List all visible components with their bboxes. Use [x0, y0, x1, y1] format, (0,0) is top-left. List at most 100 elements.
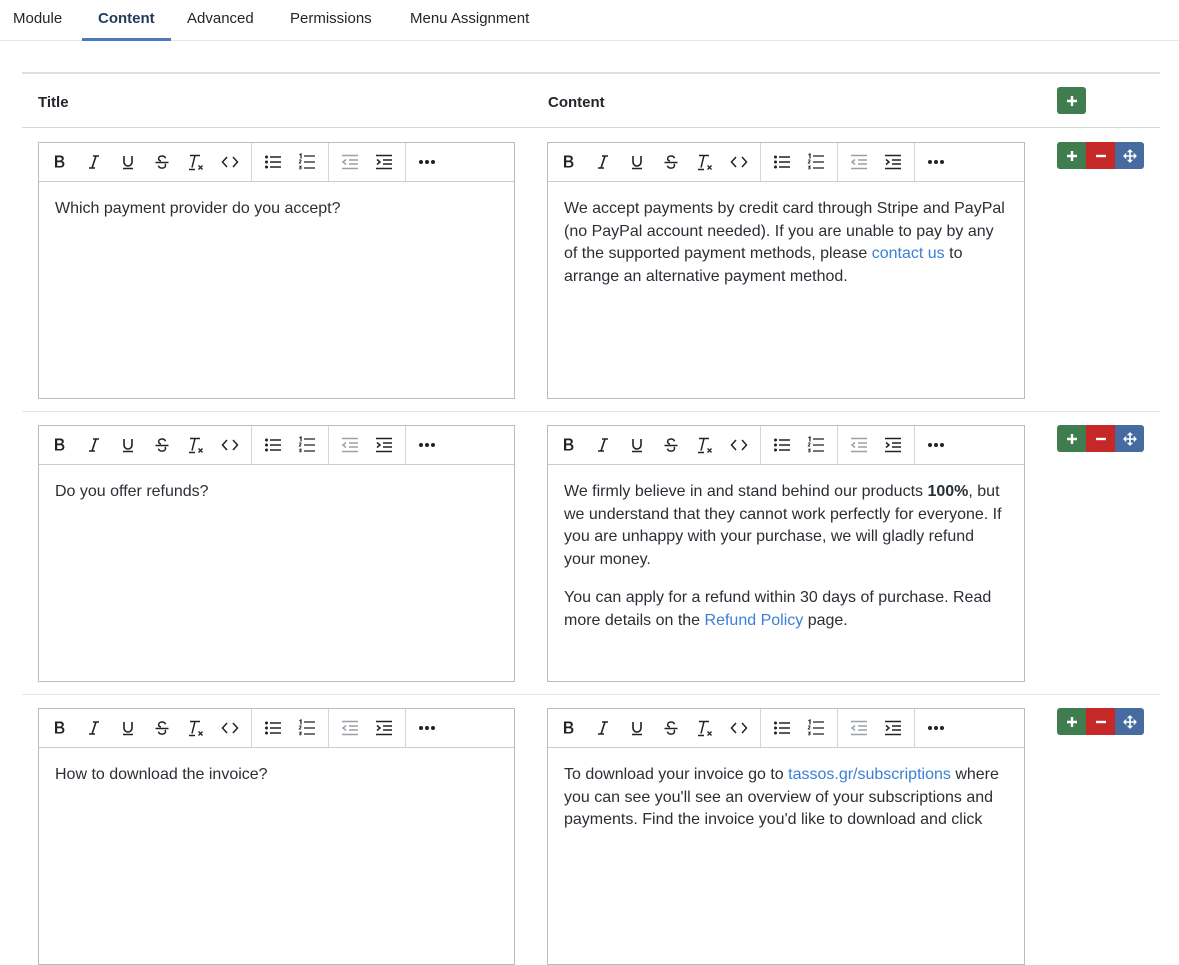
bullet-list-button[interactable]: [259, 431, 287, 459]
bullet-list-button[interactable]: [768, 431, 796, 459]
title-editor[interactable]: Which payment provider do you accept?: [38, 142, 515, 399]
indent-button[interactable]: [370, 714, 398, 742]
underline-button[interactable]: [114, 714, 142, 742]
outdent-button[interactable]: [336, 148, 364, 176]
code-button[interactable]: [725, 714, 753, 742]
bold-button[interactable]: [46, 714, 74, 742]
underline-button[interactable]: [623, 148, 651, 176]
strikethrough-button[interactable]: [657, 714, 685, 742]
indent-button[interactable]: [879, 431, 907, 459]
more-button[interactable]: [922, 431, 950, 459]
italic-button[interactable]: [80, 431, 108, 459]
title-editor[interactable]: How to download the invoice?: [38, 708, 515, 965]
toolbar-divider: [914, 426, 915, 464]
content-link[interactable]: Refund Policy: [705, 612, 804, 629]
italic-button[interactable]: [589, 431, 617, 459]
numbered-list-button[interactable]: [293, 148, 321, 176]
numbered-list-button[interactable]: [293, 431, 321, 459]
italic-button[interactable]: [589, 148, 617, 176]
tab-advanced[interactable]: Advanced: [171, 0, 270, 41]
strikethrough-button[interactable]: [148, 431, 176, 459]
add-row-button[interactable]: [1057, 87, 1086, 114]
remove-row-button[interactable]: [1086, 142, 1115, 169]
move-row-handle[interactable]: [1115, 425, 1144, 452]
more-button[interactable]: [922, 714, 950, 742]
strikethrough-button[interactable]: [657, 148, 685, 176]
add-row-button[interactable]: [1057, 425, 1086, 452]
bullet-list-button[interactable]: [768, 714, 796, 742]
tab-permissions[interactable]: Permissions: [274, 0, 388, 41]
indent-button[interactable]: [879, 148, 907, 176]
strikethrough-button[interactable]: [148, 714, 176, 742]
outdent-icon: [341, 437, 359, 453]
editor-body[interactable]: Which payment provider do you accept?: [55, 198, 498, 221]
bullet-list-button[interactable]: [259, 714, 287, 742]
add-row-button[interactable]: [1057, 142, 1086, 169]
outdent-button[interactable]: [845, 714, 873, 742]
indent-button[interactable]: [370, 431, 398, 459]
editor-toolbar: [548, 709, 1024, 748]
content-editor[interactable]: We accept payments by credit card throug…: [547, 142, 1025, 399]
code-button[interactable]: [216, 148, 244, 176]
tab-menu-assignment[interactable]: Menu Assignment: [394, 0, 545, 41]
content-link[interactable]: tassos.gr/subscriptions: [788, 766, 951, 783]
clear-formatting-button[interactable]: [691, 714, 719, 742]
clear-formatting-button[interactable]: [182, 431, 210, 459]
clear-formatting-button[interactable]: [691, 431, 719, 459]
outdent-button[interactable]: [336, 714, 364, 742]
more-button[interactable]: [413, 148, 441, 176]
italic-button[interactable]: [80, 148, 108, 176]
more-button[interactable]: [413, 431, 441, 459]
bullet-list-button[interactable]: [259, 148, 287, 176]
code-button[interactable]: [216, 431, 244, 459]
code-button[interactable]: [216, 714, 244, 742]
strikethrough-button[interactable]: [657, 431, 685, 459]
numbered-list-button[interactable]: [802, 431, 830, 459]
clear-formatting-button[interactable]: [182, 714, 210, 742]
bold-button[interactable]: [555, 431, 583, 459]
numbered-list-button[interactable]: [802, 714, 830, 742]
numbered-list-button[interactable]: [293, 714, 321, 742]
clear-formatting-button[interactable]: [182, 148, 210, 176]
more-button[interactable]: [413, 714, 441, 742]
add-row-button[interactable]: [1057, 708, 1086, 735]
italic-button[interactable]: [80, 714, 108, 742]
editor-body[interactable]: To download your invoice go to tassos.gr…: [564, 764, 1008, 848]
move-row-handle[interactable]: [1115, 708, 1144, 735]
editor-body[interactable]: Do you offer refunds?: [55, 481, 498, 504]
underline-button[interactable]: [623, 431, 651, 459]
editor-body[interactable]: We firmly believe in and stand behind ou…: [564, 481, 1008, 648]
indent-button[interactable]: [370, 148, 398, 176]
italic-button[interactable]: [589, 714, 617, 742]
outdent-button[interactable]: [845, 431, 873, 459]
move-row-handle[interactable]: [1115, 142, 1144, 169]
content-editor[interactable]: To download your invoice go to tassos.gr…: [547, 708, 1025, 965]
bold-button[interactable]: [46, 148, 74, 176]
numbered-list-button[interactable]: [802, 148, 830, 176]
editor-body[interactable]: How to download the invoice?: [55, 764, 498, 787]
underline-button[interactable]: [623, 714, 651, 742]
outdent-button[interactable]: [845, 148, 873, 176]
clear-formatting-button[interactable]: [691, 148, 719, 176]
underline-button[interactable]: [114, 148, 142, 176]
bold-button[interactable]: [46, 431, 74, 459]
underline-button[interactable]: [114, 431, 142, 459]
tab-content[interactable]: Content: [82, 0, 171, 41]
code-icon: [730, 721, 748, 735]
content-link[interactable]: contact us: [872, 245, 945, 262]
indent-button[interactable]: [879, 714, 907, 742]
code-button[interactable]: [725, 148, 753, 176]
outdent-button[interactable]: [336, 431, 364, 459]
code-button[interactable]: [725, 431, 753, 459]
more-button[interactable]: [922, 148, 950, 176]
bullet-list-button[interactable]: [768, 148, 796, 176]
title-editor[interactable]: Do you offer refunds?: [38, 425, 515, 682]
bold-button[interactable]: [555, 148, 583, 176]
remove-row-button[interactable]: [1086, 425, 1115, 452]
tab-module[interactable]: Module: [0, 0, 78, 41]
strikethrough-button[interactable]: [148, 148, 176, 176]
editor-body[interactable]: We accept payments by credit card throug…: [564, 198, 1008, 304]
remove-row-button[interactable]: [1086, 708, 1115, 735]
content-editor[interactable]: We firmly believe in and stand behind ou…: [547, 425, 1025, 682]
bold-button[interactable]: [555, 714, 583, 742]
